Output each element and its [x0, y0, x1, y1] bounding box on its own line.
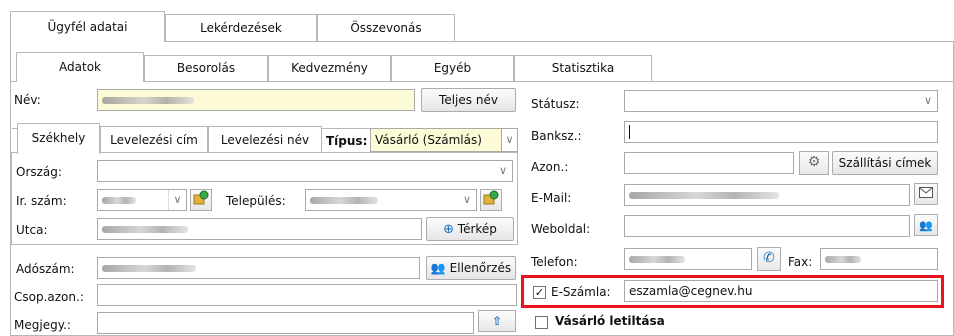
terkep-button[interactable]: ⊕ Térkép [426, 217, 514, 241]
telefon-label: Telefon: [531, 255, 578, 269]
gear-icon: ⚙ [807, 154, 821, 170]
tab-egyeb[interactable]: Egyéb [391, 55, 514, 82]
adoszam-input[interactable] [97, 257, 420, 279]
telepules-pick-button[interactable] [480, 189, 502, 211]
tab-label: Adatok [59, 60, 101, 74]
weboldal-open-button[interactable]: 👥 [914, 214, 938, 236]
email-send-button[interactable] [914, 183, 938, 205]
tab-besorolas[interactable]: Besorolás [144, 55, 268, 82]
phone-call-button[interactable]: ✆ [757, 247, 781, 271]
eszamla-checkbox[interactable]: ✓ [533, 286, 546, 299]
fax-label: Fax: [788, 255, 813, 269]
nev-label: Név: [14, 93, 41, 107]
tab-label: Összevonás [350, 21, 422, 35]
tipus-select[interactable]: Vásárló (Számlás) [370, 128, 502, 152]
orszag-select[interactable]: ∨ [97, 160, 513, 182]
tipus-dropdown-button[interactable]: ∨ [501, 128, 518, 152]
tab-label: Besorolás [176, 61, 236, 75]
tab-levelezesi-nev[interactable]: Levelezési név [208, 126, 322, 154]
map-pin-icon [483, 190, 499, 209]
tab-ugyfel-adatai[interactable]: Ügyfél adatai [10, 11, 165, 42]
button-label: Térkép [457, 222, 497, 236]
utca-input[interactable] [97, 218, 422, 240]
azon-label: Azon.: [531, 160, 569, 174]
vasarlo-letiltasa-label: Vásárló letiltása [555, 314, 665, 328]
tab-szekhely[interactable]: Székhely [17, 123, 100, 154]
mail-icon [919, 187, 933, 201]
weboldal-input[interactable] [624, 215, 910, 237]
orszag-label: Ország: [16, 165, 62, 179]
redacted-text [825, 256, 861, 263]
weboldal-label: Weboldal: [531, 222, 591, 236]
csop-label: Csop.azon.: [14, 290, 84, 304]
redacted-text [310, 197, 378, 204]
chevron-down-icon: ∨ [923, 94, 933, 107]
tab-label: Egyéb [433, 61, 472, 75]
button-label: Ellenőrzés [449, 261, 512, 275]
irszam-pick-button[interactable] [190, 189, 212, 211]
arrow-up-icon: ⇧ [491, 314, 503, 328]
eszamla-email-value: eszamla@cegnev.hu [629, 284, 753, 298]
banksz-label: Banksz.: [531, 129, 582, 143]
eszamla-label: E-Számla: [551, 285, 611, 299]
checkmark-icon: ✓ [534, 286, 545, 299]
globe-icon: ⊕ [443, 222, 454, 237]
eszamla-email-input[interactable]: eszamla@cegnev.hu [624, 280, 938, 302]
tab-statisztika[interactable]: Statisztika [514, 55, 652, 82]
tab-line [652, 81, 953, 82]
tab-adatok[interactable]: Adatok [16, 52, 144, 82]
chevron-down-icon: ∨ [505, 133, 514, 146]
redacted-text [102, 197, 136, 204]
tab-kedvezmeny[interactable]: Kedvezmény [268, 55, 391, 82]
people-icon: 👥 [430, 261, 446, 275]
ellenorzes-button[interactable]: 👥 Ellenőrzés [426, 256, 516, 280]
tab-label: Levelezési cím [110, 133, 198, 147]
tab-label: Ügyfél adatai [47, 20, 128, 34]
map-pin-icon [193, 190, 209, 209]
redacted-text [102, 97, 194, 104]
tab-label: Lekérdezések [200, 21, 282, 35]
tipus-label: Típus: [326, 134, 368, 148]
fax-input[interactable] [820, 248, 938, 270]
szallitasi-cimek-button[interactable]: Szállítási címek [832, 151, 938, 175]
nev-input[interactable] [97, 89, 415, 111]
email-label: E-Mail: [531, 191, 572, 205]
teljes-nev-button[interactable]: Teljes név [421, 88, 516, 112]
redacted-text [102, 265, 196, 272]
megjegy-label: Megjegy.: [14, 318, 71, 332]
email-input[interactable] [624, 184, 910, 206]
banksz-input[interactable] [624, 121, 938, 143]
tab-osszevonas[interactable]: Összevonás [317, 14, 455, 42]
tab-label: Levelezési név [220, 133, 310, 147]
megjegy-input[interactable] [97, 312, 474, 334]
redacted-text [629, 192, 779, 199]
people-icon: 👥 [919, 219, 933, 232]
phone-icon: ✆ [763, 250, 775, 266]
tab-label: Székhely [31, 131, 86, 145]
tipus-value: Vásárló (Számlás) [375, 133, 482, 147]
text-cursor [629, 125, 630, 139]
chevron-down-icon: ∨ [462, 193, 472, 206]
azon-settings-button[interactable]: ⚙ [799, 151, 829, 175]
utca-label: Utca: [16, 223, 48, 237]
telefon-input[interactable] [624, 248, 752, 270]
statusz-label: Státusz: [531, 97, 580, 111]
telepules-label: Település: [226, 194, 286, 208]
vasarlo-letiltasa-checkbox[interactable] [535, 316, 548, 329]
telepules-select[interactable]: ∨ [305, 189, 477, 211]
csop-input[interactable] [97, 284, 517, 306]
tab-label: Kedvezmény [291, 61, 368, 75]
irszam-label: Ir. szám: [16, 194, 67, 208]
redacted-text [102, 226, 188, 233]
chevron-down-icon: ∨ [168, 190, 186, 210]
chevron-down-icon: ∨ [498, 164, 508, 177]
statusz-select[interactable]: ∨ [624, 90, 938, 112]
redacted-text [629, 256, 685, 263]
adoszam-label: Adószám: [16, 262, 75, 276]
tab-label: Statisztika [551, 61, 615, 75]
tab-lekerdezesek[interactable]: Lekérdezések [165, 14, 317, 42]
azon-input[interactable] [624, 152, 794, 174]
tab-levelezesi-cim[interactable]: Levelezési cím [100, 126, 208, 154]
irszam-select[interactable]: ∨ [97, 189, 187, 211]
